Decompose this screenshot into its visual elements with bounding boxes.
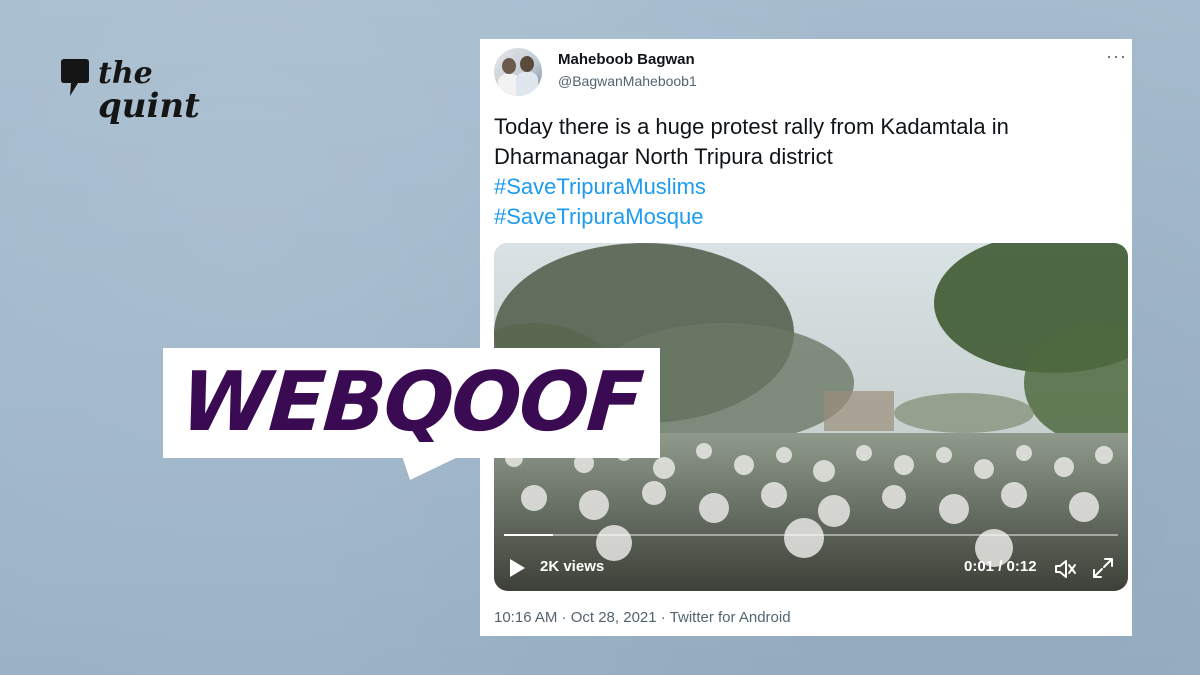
fullscreen-icon[interactable] <box>1092 557 1114 579</box>
avatar[interactable] <box>494 48 542 96</box>
more-options-icon[interactable]: ··· <box>1106 47 1127 65</box>
tweet-metadata[interactable]: 10:16 AM · Oct 28, 2021 · Twitter for An… <box>494 609 791 626</box>
speech-tail-icon <box>402 456 460 480</box>
tweet-card: Maheboob Bagwan @BagwanMaheboob1 ··· Tod… <box>480 39 1132 636</box>
view-count: 2K views <box>540 558 605 575</box>
volume-icon[interactable] <box>1054 558 1078 580</box>
tweet-author-handle[interactable]: @BagwanMaheboob1 <box>558 73 697 89</box>
video-time: 0:01 / 0:12 <box>964 558 1037 575</box>
tweet-text-line: Today there is a huge protest rally from… <box>494 114 1009 139</box>
play-icon[interactable] <box>508 558 526 578</box>
brand-word-quint: quint <box>98 86 200 126</box>
tweet-text-line: Dharmanagar North Tripura district <box>494 144 833 169</box>
video-progress-bar[interactable] <box>504 534 1118 536</box>
video-progress-fill <box>504 534 554 536</box>
webqoof-text: WEBQOOF <box>178 355 645 450</box>
the-quint-logo[interactable]: the quint <box>58 58 200 138</box>
webqoof-label: WEBQOOF <box>163 348 660 458</box>
hashtag-link[interactable]: #SaveTripuraMuslims <box>494 172 1104 202</box>
tweet-text: Today there is a huge protest rally from… <box>494 112 1104 232</box>
hashtag-link[interactable]: #SaveTripuraMosque <box>494 202 1104 232</box>
tweet-author-name[interactable]: Maheboob Bagwan <box>558 51 695 68</box>
quote-bubble-icon <box>61 59 89 96</box>
